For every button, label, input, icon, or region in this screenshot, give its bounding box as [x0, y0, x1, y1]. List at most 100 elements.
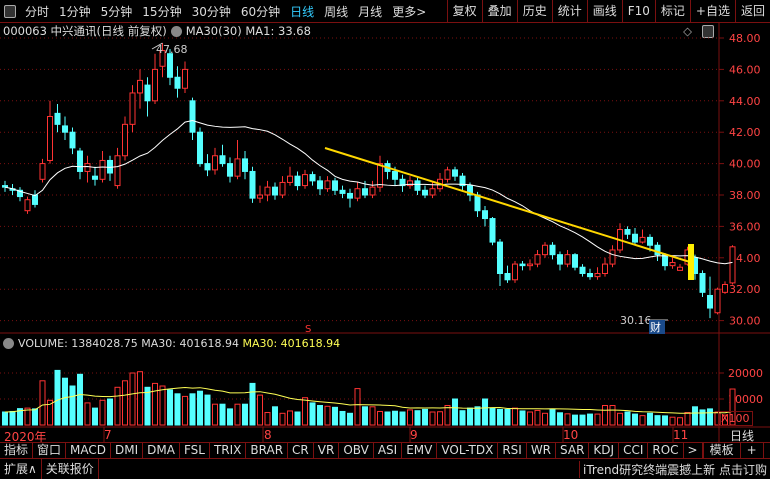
date-label-aug: 8: [264, 428, 272, 442]
candle-body: [287, 175, 293, 183]
candle: [144, 77, 151, 117]
volume-ma30: MA30: 401618.94: [141, 337, 239, 350]
volume-bar: [92, 407, 98, 426]
indicator-tab-9[interactable]: VR: [314, 442, 340, 459]
volume-bar: [287, 410, 293, 426]
candle-body: [234, 158, 241, 177]
candle-body: [369, 186, 376, 196]
candle-body: [62, 125, 68, 133]
indicator-tab-14[interactable]: RSI: [498, 442, 527, 459]
candle: [519, 260, 526, 271]
indicator-tab-11[interactable]: ASI: [374, 442, 403, 459]
volume-bar: [437, 411, 443, 426]
candle-body: [272, 186, 278, 196]
candle: [182, 61, 188, 93]
candle: [77, 147, 83, 180]
expand-button[interactable]: 扩展∧: [0, 459, 42, 479]
volume-dropdown-icon[interactable]: [3, 338, 14, 349]
volume-bar: [594, 413, 601, 426]
volume-bar: [354, 388, 361, 426]
candle: [294, 171, 301, 191]
candle: [549, 242, 556, 260]
indicator-tab-7[interactable]: BRAR: [246, 442, 289, 459]
volume-bar: [534, 409, 541, 426]
tabs-right-button-2[interactable]: -: [764, 442, 770, 459]
related-quotes-button[interactable]: 关联报价: [42, 459, 99, 479]
candle: [624, 226, 631, 239]
date-label-jul: 7: [104, 428, 112, 442]
volume-ma30-yellow: MA30: 401618.94: [242, 337, 341, 350]
indicator-tab-17[interactable]: KDJ: [589, 442, 620, 459]
price-tick-label: 30.00: [729, 315, 761, 328]
tabs-right-button-1[interactable]: +: [741, 442, 764, 459]
candle: [722, 281, 728, 294]
trend-line: [324, 147, 691, 263]
volume-bar: [332, 406, 338, 426]
price-tick-label: 42.00: [729, 126, 761, 139]
volume-bar: [707, 408, 713, 426]
indicator-tab-6[interactable]: TRIX: [210, 442, 247, 459]
candle: [47, 100, 53, 164]
candle-body: [474, 194, 481, 212]
volume-bar: [347, 412, 353, 426]
indicator-tab-16[interactable]: SAR: [556, 442, 590, 459]
candle: [332, 177, 338, 195]
candle-body: [362, 188, 368, 196]
indicator-tab-18[interactable]: CCI: [619, 442, 649, 459]
candle: [219, 144, 226, 167]
candle: [729, 245, 736, 285]
indicator-tab-1[interactable]: 窗口: [33, 442, 67, 459]
volume-bar: [219, 403, 226, 426]
candle: [339, 185, 346, 199]
volume-bar: [557, 412, 563, 426]
indicator-tab-8[interactable]: CR: [288, 442, 314, 459]
indicator-tab-5[interactable]: FSL: [180, 442, 210, 459]
candle-body: [197, 131, 203, 165]
candle: [204, 154, 211, 177]
indicator-tab-0[interactable]: 指标: [0, 442, 34, 459]
indicator-tab-13[interactable]: VOL-TDX: [437, 442, 499, 459]
candle-body: [722, 283, 728, 293]
promo-link[interactable]: iTrend研究终端震撼上新 点击订购: [579, 460, 770, 478]
indicator-tab-3[interactable]: DMI: [111, 442, 144, 459]
candle-body: [632, 233, 638, 243]
candle: [174, 66, 181, 98]
candle-body: [302, 174, 308, 187]
candle: [564, 249, 571, 268]
candle: [354, 182, 361, 202]
tabs-right-button-0[interactable]: 模板: [704, 442, 741, 459]
candle-body: [534, 254, 541, 265]
candle-body: [519, 263, 526, 267]
candle-body: [227, 163, 233, 177]
indicator-tab-12[interactable]: EMV: [402, 442, 438, 459]
candle-body: [212, 155, 218, 171]
candle: [542, 242, 548, 258]
candle-body: [624, 229, 631, 235]
volume-bar: [129, 372, 136, 426]
price-tick-label: 36.00: [729, 220, 761, 233]
indicator-tab-2[interactable]: MACD: [66, 442, 112, 459]
candle: [2, 180, 8, 192]
volume-bar: [377, 410, 383, 426]
candle: [84, 155, 91, 183]
indicator-tab-20[interactable]: >: [684, 442, 703, 459]
cai-text[interactable]: 财: [650, 320, 661, 334]
kline-chart[interactable]: 48.0046.0044.0042.0040.0038.0036.0034.00…: [0, 0, 770, 479]
candle: [414, 177, 421, 195]
candle: [17, 187, 23, 202]
indicator-tab-10[interactable]: OBV: [339, 442, 374, 459]
candle-body: [579, 266, 586, 275]
candle: [107, 155, 113, 181]
volume-bar: [632, 413, 638, 426]
candle-body: [84, 163, 91, 172]
price-tick-label: 32.00: [729, 283, 761, 296]
indicator-tab-15[interactable]: WR: [527, 442, 557, 459]
candle: [452, 166, 458, 181]
indicator-tab-4[interactable]: DMA: [143, 442, 180, 459]
volume-bar: [152, 382, 158, 426]
indicator-tab-19[interactable]: ROC: [648, 442, 684, 459]
candle: [234, 140, 241, 180]
candle: [707, 276, 713, 319]
volume-bar: [339, 410, 346, 426]
volume-bar: [302, 397, 308, 426]
